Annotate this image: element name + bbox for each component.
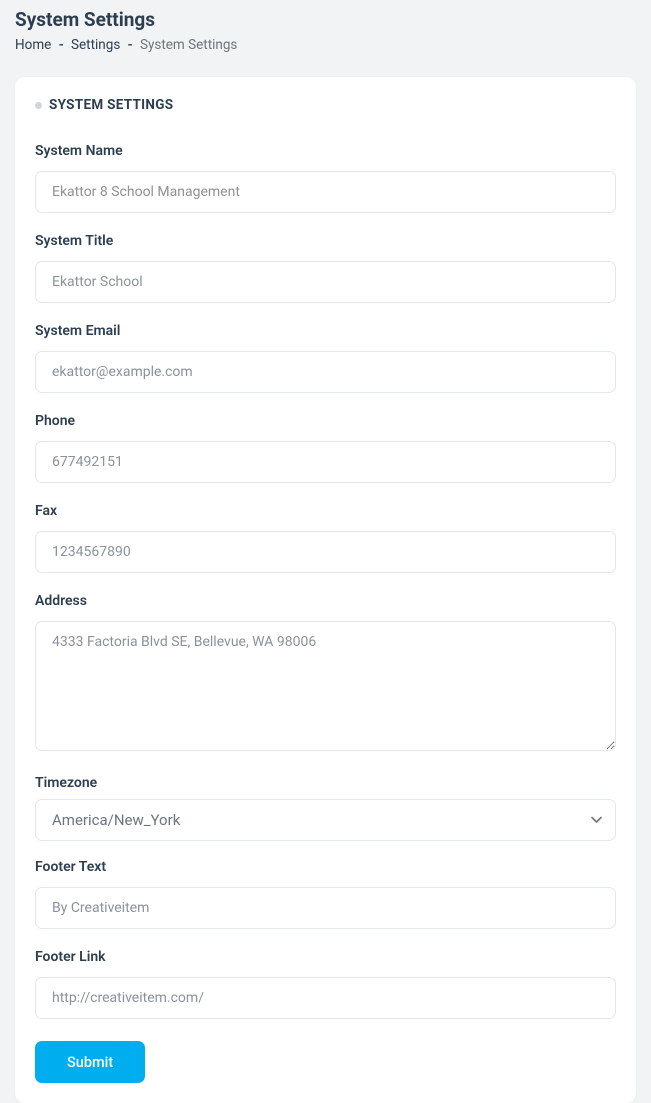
system-email-input[interactable] [35,351,616,393]
label-system-title: System Title [35,233,616,249]
group-address: Address [35,593,616,755]
card-title: SYSTEM SETTINGS [35,97,616,113]
submit-button[interactable]: Submit [35,1041,145,1083]
system-name-input[interactable] [35,171,616,213]
breadcrumb-home[interactable]: Home [15,37,51,53]
label-footer-text: Footer Text [35,859,616,875]
phone-input[interactable] [35,441,616,483]
group-system-title: System Title [35,233,616,303]
page-title: System Settings [15,8,636,31]
timezone-select[interactable]: America/New_York [35,799,616,841]
breadcrumb-current: System Settings [140,37,237,53]
system-title-input[interactable] [35,261,616,303]
label-address: Address [35,593,616,609]
group-footer-link: Footer Link [35,949,616,1019]
label-phone: Phone [35,413,616,429]
timezone-select-wrap: America/New_York [35,799,616,841]
card-title-text: SYSTEM SETTINGS [49,97,173,113]
dot-icon [35,102,42,109]
group-system-name: System Name [35,143,616,213]
group-footer-text: Footer Text [35,859,616,929]
footer-link-input[interactable] [35,977,616,1019]
page-header: System Settings Home - Settings - System… [0,0,651,65]
address-input[interactable] [35,621,616,751]
settings-card: SYSTEM SETTINGS System Name System Title… [15,77,636,1103]
group-system-email: System Email [35,323,616,393]
label-footer-link: Footer Link [35,949,616,965]
fax-input[interactable] [35,531,616,573]
group-phone: Phone [35,413,616,483]
breadcrumb-settings[interactable]: Settings [71,37,120,53]
breadcrumb: Home - Settings - System Settings [15,37,636,53]
breadcrumb-sep: - [59,37,64,53]
label-fax: Fax [35,503,616,519]
label-timezone: Timezone [35,775,616,791]
label-system-name: System Name [35,143,616,159]
footer-text-input[interactable] [35,887,616,929]
breadcrumb-sep: - [128,37,133,53]
group-fax: Fax [35,503,616,573]
label-system-email: System Email [35,323,616,339]
group-timezone: Timezone America/New_York [35,775,616,841]
